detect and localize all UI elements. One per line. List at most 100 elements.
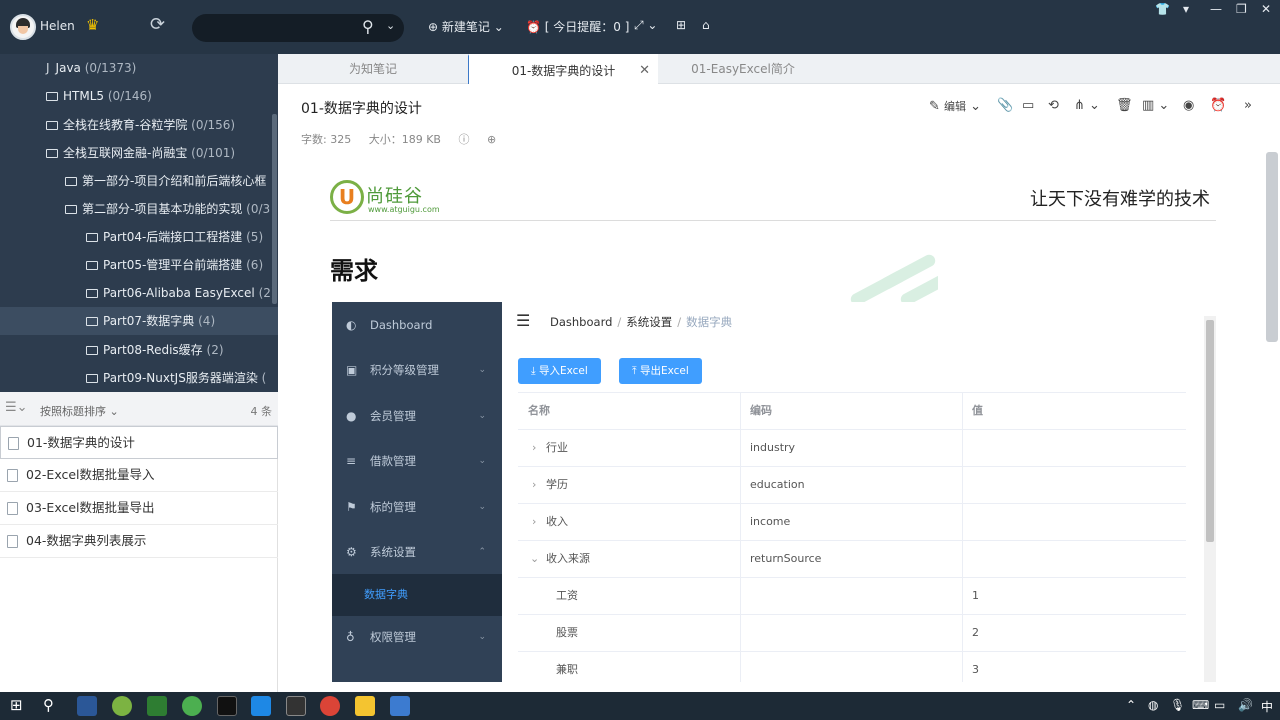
- chrome-app-icon[interactable]: [320, 696, 340, 716]
- tree-item-srb[interactable]: 全栈互联网金融-尚融宝 (0/101): [46, 139, 235, 167]
- menu-dashboard[interactable]: ◐ Dashboard: [332, 302, 502, 348]
- explorer-app-icon[interactable]: [355, 696, 375, 716]
- note-item-2[interactable]: 02-Excel数据批量导入: [0, 459, 278, 492]
- monitor-icon[interactable]: ▭: [1214, 698, 1225, 712]
- tree-item-html5[interactable]: HTML5 (0/146): [46, 82, 152, 110]
- edit-button[interactable]: ✎ 编辑 ⌄: [929, 98, 981, 114]
- vip-crown-icon[interactable]: ♛: [86, 16, 99, 34]
- wechat-app-icon[interactable]: [182, 696, 202, 716]
- breadcrumb-item[interactable]: 系统设置: [626, 315, 672, 329]
- chevron-down-icon: ⌄: [478, 365, 486, 375]
- volume-icon[interactable]: 🔊: [1238, 698, 1253, 712]
- home-icon[interactable]: ⌂: [702, 18, 710, 32]
- app-icon[interactable]: [112, 696, 132, 716]
- skin-icon[interactable]: 👕: [1155, 2, 1170, 16]
- tree-item-guli[interactable]: 全栈在线教育-谷粒学院 (0/156): [46, 111, 235, 139]
- share-icon[interactable]: ⋔ ⌄: [1074, 98, 1100, 113]
- expand-icon[interactable]: ›: [532, 504, 536, 541]
- table-row[interactable]: › 学历 education: [518, 467, 1186, 504]
- note-item-3[interactable]: 03-Excel数据批量导出: [0, 492, 278, 525]
- search-icon[interactable]: ⚲: [362, 17, 374, 36]
- table-row[interactable]: 股票 2: [518, 615, 1186, 652]
- tree-item-java[interactable]: J Java (0/1373): [46, 54, 136, 82]
- tree-scrollbar[interactable]: [272, 114, 277, 304]
- tab-active-note[interactable]: 01-数据字典的设计 ✕: [468, 54, 658, 84]
- table-row[interactable]: › 行业 industry: [518, 430, 1186, 467]
- menu-system-settings[interactable]: ⚙ 系统设置 ⌃: [332, 529, 502, 575]
- sort-dropdown[interactable]: 按照标题排序 ⌄: [40, 403, 119, 419]
- tab-easyexcel[interactable]: 01-EasyExcel简介: [658, 54, 828, 84]
- tree-item-part05[interactable]: Part05-管理平台前端搭建 (6): [86, 251, 263, 279]
- tree-item-part09[interactable]: Part09-NuxtJS服务器端渲染 (: [86, 364, 266, 392]
- chevron-up-icon[interactable]: ⌃: [1126, 698, 1136, 712]
- history-icon[interactable]: ⟲: [1048, 98, 1059, 113]
- alarm-icon[interactable]: ⏰: [1210, 98, 1226, 113]
- search-box[interactable]: ⚲ ⌄: [192, 14, 404, 42]
- tree-item-part2[interactable]: 第二部分-项目基本功能的实现 (0/3: [65, 195, 270, 223]
- read-mode-icon[interactable]: ▥ ⌄: [1142, 98, 1169, 113]
- table-row[interactable]: 兼职 3: [518, 652, 1186, 682]
- cmd-app-icon[interactable]: [286, 696, 306, 716]
- file-size: 大小：189 KB: [368, 133, 441, 146]
- table-row[interactable]: ⌄ 收入来源 returnSource: [518, 541, 1186, 578]
- delete-icon[interactable]: 🗑: [1116, 98, 1133, 113]
- menu-down-icon[interactable]: ▾: [1183, 2, 1189, 16]
- idea-app-icon[interactable]: [217, 696, 237, 716]
- info-icon[interactable]: ⓘ: [458, 133, 469, 146]
- menu-member[interactable]: ● 会员管理 ⌄: [332, 393, 502, 439]
- keyboard-icon[interactable]: ⌨: [1192, 698, 1209, 712]
- vscode-app-icon[interactable]: [251, 696, 271, 716]
- hamburger-icon[interactable]: ☰: [516, 311, 530, 330]
- expand-icon[interactable]: ›: [532, 430, 536, 467]
- tree-item-part04[interactable]: Part04-后端接口工程搭建 (5): [86, 223, 263, 251]
- admin-scrollbar[interactable]: [1204, 316, 1216, 682]
- tree-item-part1[interactable]: 第一部分-项目介绍和前后端核心框: [65, 167, 266, 195]
- table-row[interactable]: 工资 1: [518, 578, 1186, 615]
- attachment-icon[interactable]: 📎: [997, 98, 1013, 113]
- user-avatar[interactable]: [10, 14, 36, 40]
- note-item-1[interactable]: 01-数据字典的设计: [0, 426, 278, 459]
- new-note-button[interactable]: ⊕ 新建笔记 ⌄: [428, 18, 504, 35]
- close-tab-icon[interactable]: ✕: [639, 56, 650, 86]
- menu-permission[interactable]: ♁ 权限管理 ⌄: [332, 614, 502, 660]
- network-icon[interactable]: ◍: [1148, 698, 1158, 712]
- sync-icon[interactable]: ⟳: [150, 14, 165, 35]
- terminal-app-icon[interactable]: [147, 696, 167, 716]
- table-row[interactable]: › 收入 income: [518, 504, 1186, 541]
- import-excel-button[interactable]: ⤓ 导入Excel: [518, 358, 601, 384]
- note-item-4[interactable]: 04-数据字典列表展示: [0, 525, 278, 558]
- menu-borrow[interactable]: ≡ 借款管理 ⌄: [332, 438, 502, 484]
- tree-item-part06[interactable]: Part06-Alibaba EasyExcel (2): [86, 279, 276, 307]
- restore-icon[interactable]: ❐: [1236, 2, 1247, 16]
- chevron-down-icon[interactable]: ⌄: [386, 19, 395, 32]
- windows-start-icon[interactable]: ⊞: [10, 696, 23, 714]
- add-icon[interactable]: ⊕: [487, 133, 496, 146]
- wiznote-app-icon[interactable]: [390, 696, 410, 716]
- ime-indicator[interactable]: 中: [1261, 698, 1273, 715]
- expand-icon[interactable]: ›: [532, 467, 536, 504]
- menu-lend[interactable]: ⚑ 标的管理 ⌄: [332, 484, 502, 530]
- search-icon[interactable]: ⚲: [43, 696, 54, 714]
- word-app-icon[interactable]: [77, 696, 97, 716]
- microphone-icon[interactable]: 🎙: [1170, 698, 1185, 712]
- sort-icon[interactable]: ☰⌄: [5, 400, 28, 415]
- document-scrollbar[interactable]: [1266, 152, 1278, 342]
- weibo-icon[interactable]: ◉: [1183, 98, 1194, 113]
- close-icon[interactable]: ✕: [1261, 2, 1271, 16]
- tree-item-part08[interactable]: Part08-Redis缓存 (2): [86, 336, 224, 364]
- collapse-icon[interactable]: ⌄: [530, 541, 539, 578]
- username[interactable]: Helen: [40, 19, 75, 33]
- apps-grid-icon[interactable]: ⊞: [676, 18, 686, 32]
- expand-icon[interactable]: ⤢ ⌄: [634, 18, 657, 33]
- breadcrumb-item[interactable]: Dashboard: [550, 315, 612, 329]
- submenu-dict[interactable]: 数据字典: [332, 574, 502, 616]
- more-icon[interactable]: »: [1244, 98, 1252, 113]
- minimize-icon[interactable]: —: [1210, 2, 1222, 16]
- tree-item-part07[interactable]: Part07-数据字典 (4): [86, 307, 215, 335]
- export-excel-button[interactable]: ⤒ 导出Excel: [619, 358, 702, 384]
- menu-integral-grade[interactable]: ▣ 积分等级管理 ⌄: [332, 347, 502, 393]
- plus-icon: ⊕: [428, 20, 439, 34]
- tab-wiz[interactable]: 为知笔记: [278, 54, 468, 84]
- comment-icon[interactable]: ▭: [1022, 98, 1034, 113]
- reminder-button[interactable]: ⏰ [ 今日提醒：0 ]: [526, 18, 629, 35]
